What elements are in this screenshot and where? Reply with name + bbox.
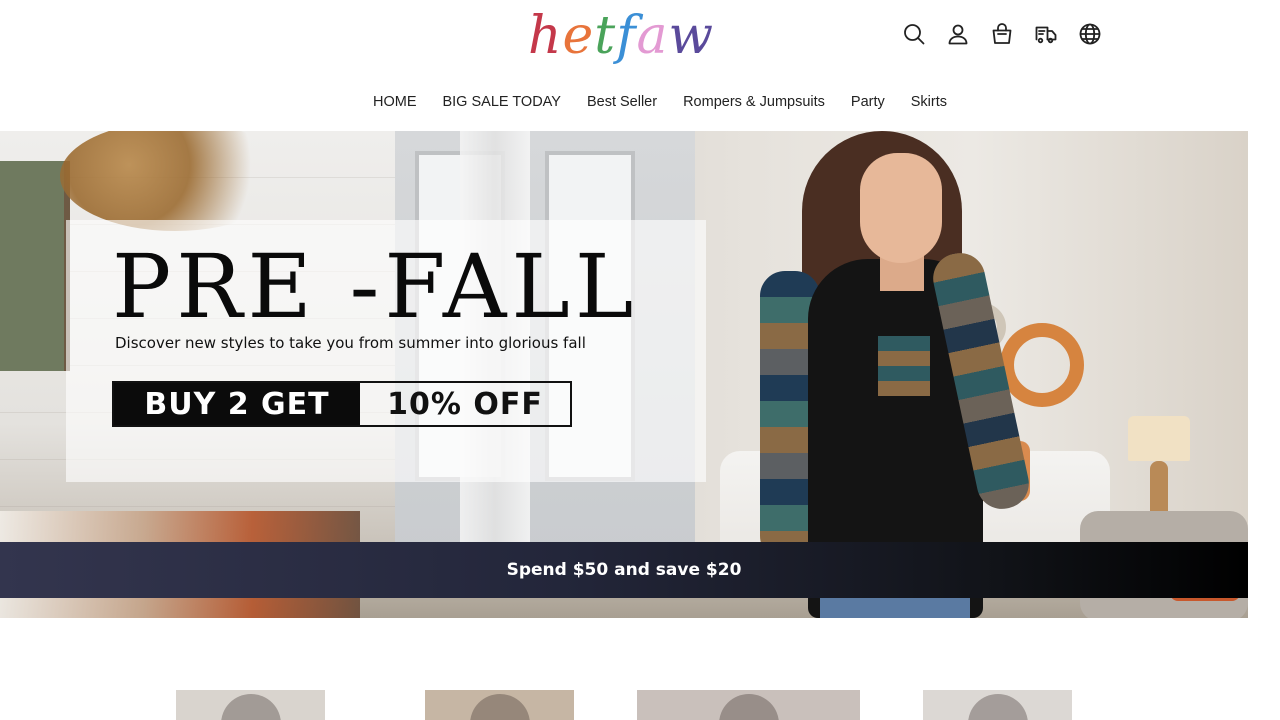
- product-thumbnail[interactable]: [425, 690, 574, 720]
- nav-item-home[interactable]: HOME: [373, 94, 417, 110]
- shipping-icon[interactable]: [1032, 20, 1060, 48]
- cart-icon[interactable]: [988, 20, 1016, 48]
- logo-letter: w: [668, 6, 714, 66]
- hero-decor-frame: [0, 161, 70, 371]
- product-thumbnail[interactable]: [637, 690, 860, 720]
- promo-offer-right: 10% OFF: [387, 386, 543, 422]
- hero-banner[interactable]: PRE -FALL Discover new styles to take yo…: [0, 131, 1248, 618]
- logo-letter: f: [616, 6, 637, 66]
- logo-letter: a: [636, 6, 669, 66]
- promo-subtitle: Discover new styles to take you from sum…: [115, 334, 586, 352]
- site-header: h e t f a w HOME BIG SALE TODAY Best Sel…: [0, 0, 1280, 130]
- promo-title: PRE -FALL: [112, 235, 639, 338]
- brand-logo[interactable]: h e t f a w: [528, 8, 714, 64]
- promo-offer: BUY 2 GET 10% OFF: [112, 381, 572, 427]
- nav-item-rompers-jumpsuits[interactable]: Rompers & Jumpsuits: [683, 94, 825, 110]
- nav-item-best-seller[interactable]: Best Seller: [587, 94, 657, 110]
- product-thumbnail[interactable]: [176, 690, 325, 720]
- logo-letter: h: [528, 6, 563, 66]
- nav-item-big-sale-today[interactable]: BIG SALE TODAY: [442, 94, 560, 110]
- promo-offer-left: BUY 2 GET: [114, 383, 360, 425]
- nav-item-skirts[interactable]: Skirts: [911, 94, 947, 110]
- header-icons: [900, 20, 1104, 48]
- hero-decor-wreath-large: [1000, 323, 1084, 407]
- product-image: [220, 694, 281, 720]
- logo-letter: t: [594, 6, 617, 66]
- hero-decor-lamp-shade: [1128, 416, 1190, 461]
- promo-strip-text: Spend $50 and save $20: [506, 560, 742, 580]
- product-image: [967, 694, 1028, 720]
- product-thumbnail[interactable]: [923, 690, 1072, 720]
- account-icon[interactable]: [944, 20, 972, 48]
- main-nav: HOME BIG SALE TODAY Best Seller Rompers …: [0, 94, 1280, 110]
- product-image: [469, 694, 530, 720]
- nav-item-party[interactable]: Party: [851, 94, 885, 110]
- search-icon[interactable]: [900, 20, 928, 48]
- promo-strip[interactable]: Spend $50 and save $20: [0, 542, 1248, 598]
- product-image: [718, 694, 779, 720]
- product-grid: [0, 690, 1280, 720]
- globe-icon[interactable]: [1076, 20, 1104, 48]
- logo-letter: e: [562, 6, 595, 66]
